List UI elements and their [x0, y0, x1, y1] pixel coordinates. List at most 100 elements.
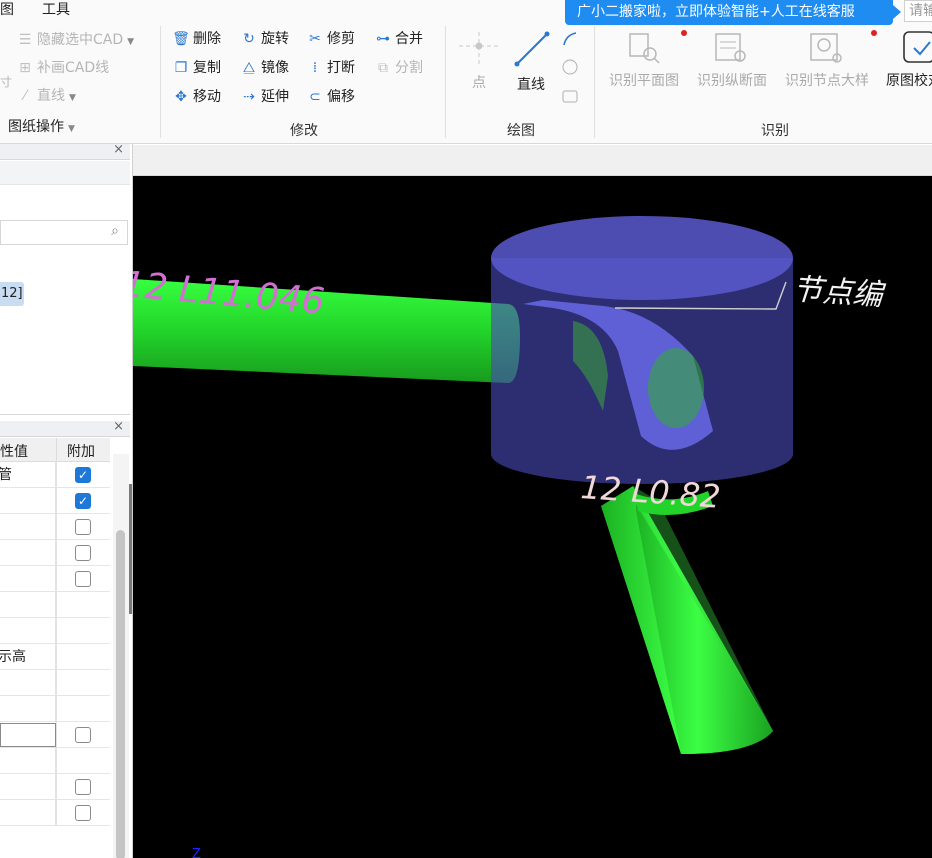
table-row[interactable]: [0, 696, 110, 722]
point-button[interactable]: 点: [458, 32, 500, 92]
attach-checkbox[interactable]: [75, 519, 91, 535]
trash-icon: 🗑: [172, 31, 190, 47]
menu-tab-view[interactable]: 图: [0, 0, 14, 20]
column-divider: [56, 800, 57, 826]
property-value-cell[interactable]: 示高: [0, 644, 56, 670]
pipe-scene: 12 L11.046 12 L0.82 节点编 Z: [133, 216, 888, 858]
property-value-cell[interactable]: [0, 748, 56, 774]
property-value-cell[interactable]: [0, 670, 56, 696]
hide-selected-cad-button[interactable]: ☰ 隐藏选中CAD ▼: [16, 30, 134, 52]
rectangle-icon: [562, 90, 578, 103]
property-value-cell[interactable]: [0, 540, 56, 566]
line-draw-label: 直线: [517, 77, 545, 93]
identify-node-detail-button[interactable]: 识别节点大样: [779, 30, 875, 90]
attach-checkbox[interactable]: ✓: [75, 467, 91, 483]
offset-button[interactable]: ⊂ 偏移: [306, 87, 355, 107]
table-row[interactable]: [0, 540, 110, 566]
offset-icon: ⊂: [309, 89, 321, 105]
group-divider: [160, 26, 161, 138]
property-value-cell[interactable]: [0, 723, 56, 747]
column-divider: [56, 644, 57, 670]
proof-label: 原图校对: [886, 73, 932, 89]
property-value: 示高: [0, 649, 26, 665]
merge-icon: ⊶: [376, 31, 390, 47]
break-icon: ⁞: [312, 60, 318, 76]
line-label: 直线: [37, 88, 65, 104]
mirror-button[interactable]: ⧋ 镜像: [240, 58, 289, 78]
property-value-cell[interactable]: [0, 514, 56, 540]
close-icon[interactable]: ×: [113, 144, 124, 157]
3d-viewport[interactable]: 12 L11.046 12 L0.82 节点编 Z: [133, 176, 932, 858]
scrollbar-track[interactable]: [113, 454, 129, 858]
table-row[interactable]: [0, 514, 110, 540]
delete-button[interactable]: 🗑 删除: [172, 29, 221, 49]
attach-checkbox[interactable]: [75, 805, 91, 821]
table-row[interactable]: [0, 566, 110, 592]
attach-checkbox[interactable]: [75, 727, 91, 743]
extend-button[interactable]: ⇢ 延伸: [240, 87, 289, 107]
proof-original-button[interactable]: 原图校对: [884, 28, 932, 90]
attach-checkbox[interactable]: [75, 571, 91, 587]
table-row[interactable]: [0, 722, 110, 748]
identify-profile-button[interactable]: 识别纵断面: [692, 30, 772, 90]
property-value-cell[interactable]: [0, 800, 56, 826]
supplement-cad-label: 补画CAD线: [37, 60, 110, 76]
menu-tab-tools[interactable]: 工具: [42, 0, 70, 20]
table-row[interactable]: ✓: [0, 488, 110, 514]
property-value-cell[interactable]: [0, 488, 56, 514]
table-row[interactable]: [0, 748, 110, 774]
identify-plan-icon: [629, 33, 660, 64]
drawing-ops-group-button[interactable]: 图纸操作 ▼: [8, 117, 75, 139]
line-button[interactable]: 直线: [508, 30, 554, 94]
extend-icon: ⇢: [243, 89, 255, 105]
attach-checkbox[interactable]: [75, 779, 91, 795]
trim-label: 修剪: [327, 31, 355, 47]
property-value-cell[interactable]: [0, 696, 56, 722]
group-divider: [445, 26, 446, 138]
arc-icon: [563, 32, 577, 46]
table-row[interactable]: [0, 800, 110, 826]
draw-cad-icon: ⊞: [19, 60, 31, 76]
rotate-button[interactable]: ↻ 旋转: [240, 29, 289, 49]
service-banner[interactable]: 广小二搬家啦，立即体验智能+人工在线客服: [565, 0, 893, 25]
split-button[interactable]: ⧉ 分割: [374, 58, 423, 78]
tree-selected-item[interactable]: 12]: [0, 282, 24, 306]
property-value: 管: [0, 467, 12, 483]
merge-label: 合并: [395, 31, 423, 47]
header-value: 性值: [0, 444, 28, 460]
column-divider: [56, 722, 57, 748]
identify-plan-button[interactable]: 识别平面图: [604, 30, 684, 90]
close-icon[interactable]: ×: [113, 419, 124, 434]
table-row[interactable]: [0, 618, 110, 644]
props-panel-header: ×: [0, 419, 130, 437]
supplement-cad-button[interactable]: ⊞ 补画CAD线: [16, 58, 109, 78]
column-divider: [56, 592, 57, 618]
move-button[interactable]: ✥ 移动: [172, 87, 221, 107]
search-icon: ⌕: [111, 223, 119, 239]
property-value-cell[interactable]: [0, 774, 56, 800]
column-divider: [56, 462, 57, 488]
trim-button[interactable]: ✂ 修剪: [306, 29, 355, 49]
table-row[interactable]: 示高: [0, 644, 110, 670]
attach-checkbox[interactable]: ✓: [75, 493, 91, 509]
table-row[interactable]: [0, 592, 110, 618]
scrollbar-thumb[interactable]: [116, 530, 125, 858]
line-dropdown-button[interactable]: ⁄ 直线 ▼: [16, 86, 76, 108]
column-divider: [56, 488, 57, 514]
table-row[interactable]: 管✓: [0, 462, 110, 488]
copy-button[interactable]: ❐ 复制: [172, 58, 221, 78]
attach-checkbox[interactable]: [75, 545, 91, 561]
node-label: 节点编: [791, 272, 887, 313]
tree-search-input[interactable]: ⌕: [0, 220, 128, 245]
property-value-cell[interactable]: [0, 618, 56, 644]
table-row[interactable]: [0, 670, 110, 696]
break-button[interactable]: ⁞ 打断: [306, 58, 355, 78]
search-input[interactable]: 请输: [904, 0, 932, 22]
property-value-cell[interactable]: [0, 566, 56, 592]
property-value-cell[interactable]: 管: [0, 462, 56, 488]
merge-button[interactable]: ⊶ 合并: [374, 29, 423, 49]
property-value-cell[interactable]: [0, 592, 56, 618]
layers-icon: ☰: [18, 32, 32, 48]
table-row[interactable]: [0, 774, 110, 800]
viewport-tab-strip: [133, 145, 932, 176]
